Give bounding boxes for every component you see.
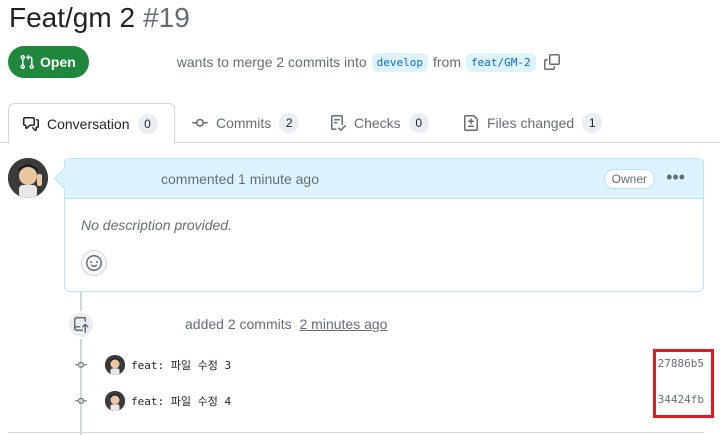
tab-commits[interactable]: Commits 2: [178, 103, 313, 143]
push-event-text: added 2 commits 2 minutes ago: [185, 316, 387, 332]
kebab-horizontal-icon[interactable]: •••: [666, 168, 685, 186]
comment-discussion-icon: [23, 116, 39, 131]
git-pull-request-icon: [20, 54, 35, 70]
tab-checks-count: 0: [408, 113, 429, 133]
state-label: Open: [40, 54, 76, 70]
author-avatar[interactable]: [8, 158, 48, 198]
git-commit-icon: [75, 361, 87, 368]
git-commit-icon: [75, 397, 87, 404]
owner-badge: Owner: [603, 169, 655, 189]
merge-text: wants to merge 2 commits into: [176, 54, 367, 70]
tab-conversation-label: Conversation: [47, 115, 130, 132]
pr-meta-row: Open wants to merge 2 commits into devel…: [8, 46, 720, 78]
merge-summary: wants to merge 2 commits into develop fr…: [176, 52, 560, 72]
pr-tabs: Conversation 0 Commits 2 Checks 0 Files …: [0, 103, 720, 144]
push-event-label: added 2 commits: [185, 316, 292, 332]
repo-push-icon: [67, 311, 95, 339]
commit-row: feat: 파일 수정 4 34424fb: [70, 389, 720, 413]
commit-message[interactable]: feat: 파일 수정 4: [131, 393, 231, 409]
comment-header: commented 1 minute ago Owner •••: [65, 159, 703, 199]
tab-files-changed-count: 1: [582, 113, 603, 133]
tab-commits-label: Commits: [216, 115, 272, 131]
head-branch[interactable]: feat/GM-2: [466, 52, 536, 72]
git-commit-icon: [192, 118, 208, 127]
checklist-icon: [331, 115, 346, 131]
tab-files-changed-label: Files changed: [487, 115, 575, 131]
tab-conversation[interactable]: Conversation 0: [8, 103, 175, 144]
from-text: from: [433, 54, 461, 70]
commit-author-avatar[interactable]: [105, 391, 125, 411]
pr-description-comment: commented 1 minute ago Owner ••• No desc…: [64, 158, 704, 292]
comment-body: No description provided.: [81, 217, 232, 233]
tab-conversation-count: 0: [137, 113, 158, 134]
commit-author-avatar[interactable]: [105, 355, 125, 375]
pr-title-row: Feat/gm 2 #19: [9, 2, 190, 40]
tab-checks-label: Checks: [354, 115, 401, 131]
pr-number: #19: [143, 2, 190, 33]
tab-checks[interactable]: Checks 0: [316, 103, 443, 143]
push-time-link[interactable]: 2 minutes ago: [300, 316, 388, 332]
copy-icon[interactable]: [543, 54, 560, 70]
smiley-icon: [86, 255, 102, 271]
tab-files-changed[interactable]: Files changed 1: [449, 103, 616, 143]
commit-message[interactable]: feat: 파일 수정 3: [131, 357, 231, 373]
state-badge: Open: [8, 46, 89, 78]
timeline-divider: [8, 432, 704, 433]
file-diff-icon: [464, 115, 478, 131]
tab-commits-count: 2: [279, 113, 300, 133]
add-reaction-button[interactable]: [81, 250, 107, 276]
sha-highlight-box: [653, 349, 714, 418]
pr-title: Feat/gm 2: [9, 2, 136, 33]
commit-row: feat: 파일 수정 3 27886b5: [70, 353, 720, 377]
comment-meta: commented 1 minute ago: [161, 170, 319, 187]
base-branch[interactable]: develop: [371, 52, 428, 72]
